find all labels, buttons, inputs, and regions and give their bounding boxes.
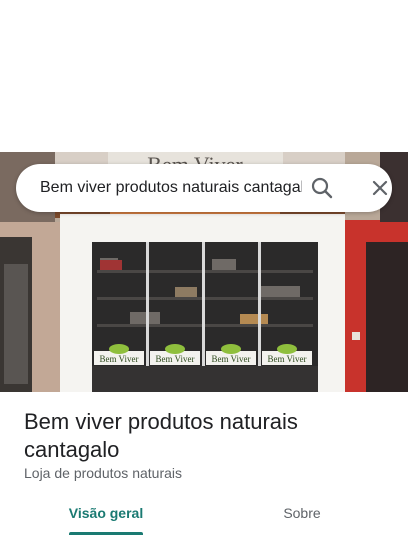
search-button[interactable] xyxy=(308,174,336,202)
search-icon xyxy=(311,177,333,199)
decal-label: Bem Viver xyxy=(99,354,138,364)
place-tabs: Visão geral Sobre xyxy=(0,496,408,544)
decal-label: Bem Viver xyxy=(267,354,306,364)
active-tab-indicator xyxy=(69,532,143,535)
search-input[interactable]: Bem viver produtos naturais cantagalo xyxy=(40,164,302,212)
clear-search-button[interactable] xyxy=(366,174,394,202)
place-title: Bem viver produtos naturais cantagalo xyxy=(24,409,298,462)
tab-about[interactable]: Sobre xyxy=(252,496,352,536)
tab-overview[interactable]: Visão geral xyxy=(56,496,156,536)
place-category[interactable]: Loja de produtos naturais xyxy=(24,465,182,481)
decal-label: Bem Viver xyxy=(155,354,194,364)
blank-header-area xyxy=(0,0,408,152)
close-icon xyxy=(372,180,388,196)
decal-label: Bem Viver xyxy=(211,354,250,364)
search-bar[interactable]: Bem viver produtos naturais cantagalo xyxy=(16,164,392,212)
